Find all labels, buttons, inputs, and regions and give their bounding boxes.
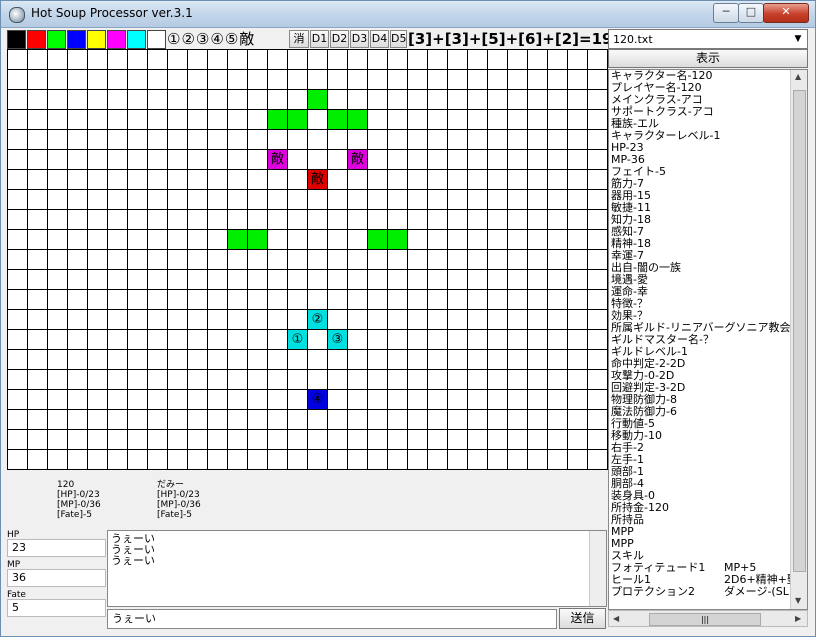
scroll-right-icon[interactable]: ▶ <box>795 614 801 623</box>
battle-map-grid[interactable]: 敵敵敵②①③④ <box>7 49 608 470</box>
token-label-button[interactable]: ① <box>167 30 180 49</box>
file-select[interactable]: 120.txt ▼ <box>608 29 808 49</box>
color-swatch[interactable] <box>7 30 26 49</box>
party-member-fate: [Fate]-5 <box>57 510 92 520</box>
party-member-name: だみー <box>157 480 185 490</box>
map-token[interactable]: 敵 <box>348 150 367 169</box>
scroll-left-icon[interactable]: ◀ <box>613 614 619 623</box>
fate-field[interactable]: 5 <box>7 599 106 617</box>
minimize-button[interactable]: ─ <box>713 3 739 23</box>
scrollbar-thumb[interactable]: ||| <box>649 613 761 626</box>
color-swatch[interactable] <box>107 30 126 49</box>
map-colored-cell[interactable] <box>328 110 347 129</box>
hp-field[interactable]: 23 <box>7 539 106 557</box>
d2-button[interactable]: D2 <box>330 30 349 48</box>
file-select-value: 120.txt <box>613 33 653 46</box>
horizontal-scrollbar[interactable]: ◀ ||| ▶ <box>608 610 808 627</box>
d5-button[interactable]: D5 <box>390 30 407 48</box>
sheet-row[interactable]: 所持品 <box>611 514 807 526</box>
d3-button[interactable]: D3 <box>350 30 369 48</box>
party-member-hp: [HP]-0/23 <box>57 490 100 500</box>
party-member-mp: [MP]-0/36 <box>157 500 201 510</box>
d4-button[interactable]: D4 <box>370 30 389 48</box>
map-colored-cell[interactable] <box>368 230 387 249</box>
party-member-1: 120 [HP]-0/23 [MP]-0/36 [Fate]-5 <box>57 480 101 520</box>
color-swatch[interactable] <box>27 30 46 49</box>
chat-input[interactable]: うぇーい <box>107 609 557 629</box>
map-colored-cell[interactable] <box>268 110 287 129</box>
map-token[interactable]: ① <box>288 330 307 349</box>
map-token[interactable]: ② <box>308 310 327 329</box>
sheet-row-text: プロテクション2 <box>611 585 695 598</box>
sheet-row[interactable]: MPP <box>611 526 807 538</box>
party-member-hp: [HP]-0/23 <box>157 490 200 500</box>
map-token[interactable]: ③ <box>328 330 347 349</box>
token-label-button[interactable]: ⑤ <box>225 30 238 49</box>
map-token[interactable]: 敵 <box>268 150 287 169</box>
mp-field[interactable]: 36 <box>7 569 106 587</box>
map-token[interactable]: ④ <box>308 390 327 409</box>
character-sheet-list: キャラクター名-120 プレイヤー名-120 メインクラス-アコ サポートクラス-アコ… <box>609 70 807 598</box>
chevron-down-icon[interactable]: ▼ <box>791 32 805 46</box>
chat-line: うぇーい <box>111 543 155 556</box>
sheet-row-value: ダメージ-(SL) <box>724 585 794 598</box>
party-member-2: だみー [HP]-0/23 [MP]-0/36 [Fate]-5 <box>157 480 201 520</box>
character-sheet-scrollbar[interactable]: ▲ ▼ <box>790 70 807 609</box>
maximize-button[interactable]: □ <box>738 3 764 23</box>
character-sheet[interactable]: キャラクター名-120 プレイヤー名-120 メインクラス-アコ サポートクラス-アコ… <box>608 69 808 610</box>
token-label-button[interactable]: ④ <box>210 30 223 49</box>
dice-result: [3]+[3]+[5]+[6]+[2]=19 <box>408 30 613 48</box>
close-button[interactable]: ✕ <box>763 3 809 23</box>
chat-log-scrollbar[interactable] <box>589 531 606 606</box>
party-member-mp: [MP]-0/36 <box>57 500 101 510</box>
app-icon <box>9 7 25 23</box>
map-colored-cell[interactable] <box>248 230 267 249</box>
color-swatch[interactable] <box>127 30 146 49</box>
color-palette: ①②③④⑤敵 <box>7 30 255 49</box>
sheet-row[interactable]: プロテクション2 ダメージ-(SL) <box>611 586 807 598</box>
token-label-button[interactable]: 敵 <box>239 30 254 49</box>
color-swatch[interactable] <box>87 30 106 49</box>
token-label-button[interactable]: ③ <box>196 30 209 49</box>
party-member-fate: [Fate]-5 <box>157 510 192 520</box>
party-member-name: 120 <box>57 480 75 490</box>
map-colored-cell[interactable] <box>388 230 407 249</box>
scroll-up-icon[interactable]: ▲ <box>795 72 801 81</box>
token-label-button[interactable]: ② <box>181 30 194 49</box>
color-swatch[interactable] <box>147 30 166 49</box>
chat-line: うぇーい <box>111 532 155 545</box>
scroll-down-icon[interactable]: ▼ <box>795 596 801 605</box>
color-swatch[interactable] <box>47 30 66 49</box>
send-button[interactable]: 送信 <box>559 608 606 629</box>
map-colored-cell[interactable] <box>228 230 247 249</box>
erase-button[interactable]: 消 <box>289 30 309 48</box>
title-bar[interactable]: Hot Soup Processor ver.3.1 ─ □ ✕ <box>1 1 815 28</box>
map-colored-cell[interactable] <box>288 110 307 129</box>
window-title: Hot Soup Processor ver.3.1 <box>31 6 193 20</box>
map-colored-cell[interactable] <box>348 110 367 129</box>
chat-log[interactable]: うぇーい うぇーい うぇーい <box>107 530 607 607</box>
map-token[interactable]: 敵 <box>308 170 327 189</box>
scrollbar-thumb[interactable] <box>793 90 806 572</box>
map-colored-cell[interactable] <box>308 90 327 109</box>
show-button[interactable]: 表示 <box>608 49 808 68</box>
chat-line: うぇーい <box>111 554 155 567</box>
d1-button[interactable]: D1 <box>310 30 329 48</box>
color-swatch[interactable] <box>67 30 86 49</box>
